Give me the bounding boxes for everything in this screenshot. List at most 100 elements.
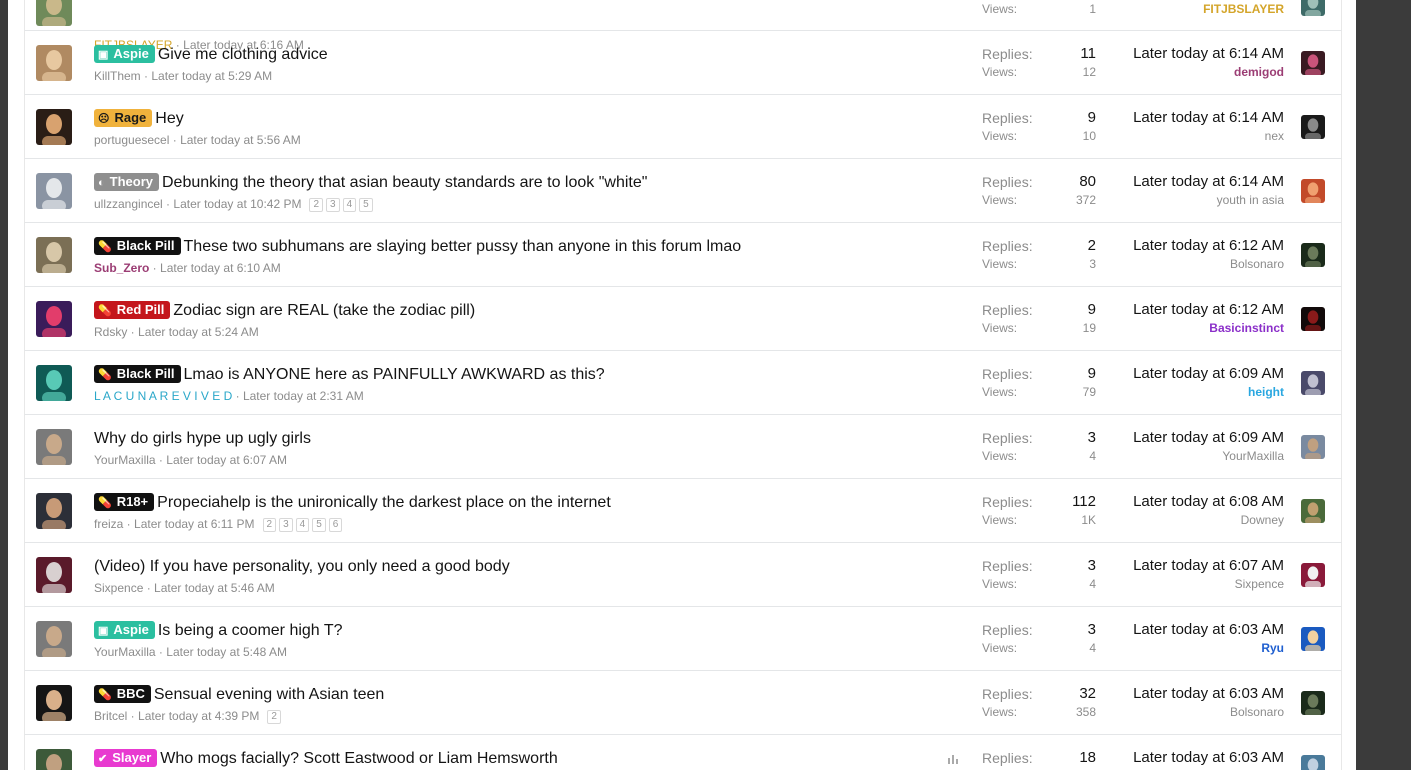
last-poster-avatar[interactable] [1301, 371, 1325, 395]
last-poster-avatar[interactable] [1301, 243, 1325, 267]
author-avatar[interactable] [36, 685, 72, 721]
page-link[interactable]: 3 [326, 198, 340, 212]
page-link[interactable]: 4 [342, 198, 357, 212]
thread-row[interactable]: 💊 Black Pill These two subhumans are slayi… [24, 223, 1342, 287]
thread-author[interactable]: Sixpence [94, 581, 143, 595]
last-poster-avatar[interactable] [1301, 51, 1325, 75]
page-link[interactable]: 2 [267, 710, 281, 724]
author-avatar[interactable] [36, 109, 72, 145]
author-avatar[interactable] [36, 621, 72, 657]
page-link[interactable]: 5 [312, 518, 326, 532]
thread-title-link[interactable]: Who mogs facially? Scott Eastwood or Lia… [160, 750, 557, 767]
thread-row[interactable]: ▣ Aspie Give me clothing advice KillThem · … [24, 31, 1342, 95]
last-post-user[interactable]: Bolsonaro [1133, 703, 1284, 721]
thread-row[interactable]: Why do girls hype up ugly girls YourMaxil… [24, 415, 1342, 479]
page-link[interactable]: 2 [309, 198, 324, 212]
last-poster-avatar[interactable] [1301, 179, 1325, 203]
last-post-date[interactable]: Later today at 6:09 AM [1133, 429, 1284, 447]
thread-start-date[interactable]: Later today at 4:39 PM [138, 709, 259, 723]
last-post-date[interactable]: Later today at 6:03 AM [1133, 685, 1284, 703]
thread-row[interactable]: 💊 Black Pill Lmao is ANYONE here as PAINFU… [24, 351, 1342, 415]
last-poster-avatar[interactable] [1301, 691, 1325, 715]
thread-row[interactable]: (Video) If you have personality, you onl… [24, 543, 1342, 607]
thread-prefix-badge[interactable]: 💊 R18+ [94, 493, 155, 511]
last-post-date[interactable]: Later today at 6:03 AM [1133, 621, 1284, 639]
thread-title-link[interactable]: Give me clothing advice [158, 46, 328, 63]
thread-start-date[interactable]: Later today at 5:24 AM [138, 325, 259, 339]
last-post-user[interactable]: FITJBSLAYER [1203, 0, 1284, 18]
last-post-user[interactable]: height [1133, 383, 1284, 401]
last-poster-avatar[interactable] [1301, 0, 1325, 16]
thread-row[interactable]: ☹ Rage Hey portuguesecel · Later today at 5… [24, 95, 1342, 159]
last-post-user[interactable]: demigod [1133, 63, 1284, 81]
thread-author[interactable]: YourMaxilla [94, 645, 156, 659]
thread-start-date[interactable]: Later today at 5:56 AM [180, 133, 301, 147]
thread-prefix-badge[interactable]: ▣ Aspie [94, 45, 155, 63]
thread-author[interactable]: portuguesecel [94, 133, 169, 147]
last-poster-avatar[interactable] [1301, 307, 1325, 331]
author-avatar[interactable] [36, 557, 72, 593]
thread-author[interactable]: ullzzangincel [94, 197, 163, 211]
thread-author[interactable]: freiza [94, 517, 123, 531]
thread-author[interactable]: YourMaxilla [94, 453, 156, 467]
thread-title-link[interactable]: Debunking the theory that asian beauty s… [162, 174, 647, 191]
thread-start-date[interactable]: Later today at 6:10 AM [160, 261, 281, 275]
author-avatar[interactable] [36, 429, 72, 465]
thread-row[interactable]: 💊 R18+ Propeciahelp is the unironically th… [24, 479, 1342, 543]
last-post-date[interactable]: Later today at 6:14 AM [1133, 45, 1284, 63]
thread-prefix-badge[interactable]: 💊 Black Pill [94, 365, 181, 383]
author-avatar[interactable] [36, 301, 72, 337]
thread-prefix-badge[interactable]: ▣ Aspie [94, 621, 155, 639]
thread-start-date[interactable]: Later today at 5:48 AM [166, 645, 287, 659]
thread-row[interactable]: 💊 BBC Sensual evening with Asian teen Britc… [24, 671, 1342, 735]
last-poster-avatar[interactable] [1301, 435, 1325, 459]
author-avatar[interactable] [36, 173, 72, 209]
page-link[interactable]: 4 [295, 518, 310, 532]
last-post-user[interactable]: youth in asia [1133, 191, 1284, 209]
author-avatar[interactable] [36, 365, 72, 401]
last-post-user[interactable]: Sixpence [1133, 575, 1284, 593]
last-poster-avatar[interactable] [1301, 499, 1325, 523]
last-post-date[interactable]: Later today at 6:09 AM [1133, 365, 1284, 383]
thread-start-date[interactable]: Later today at 5:29 AM [151, 69, 272, 83]
thread-author[interactable]: Britcel [94, 709, 127, 723]
thread-prefix-badge[interactable]: ◐ Theory [94, 173, 159, 191]
last-post-date[interactable]: Later today at 6:12 AM [1133, 301, 1284, 319]
last-poster-avatar[interactable] [1301, 627, 1325, 651]
thread-start-date[interactable]: Later today at 10:42 PM [173, 197, 301, 211]
last-post-user[interactable]: Basicinstinct [1133, 319, 1284, 337]
last-post-date[interactable]: Later today at 6:07 AM [1133, 557, 1284, 575]
last-poster-avatar[interactable] [1301, 115, 1325, 139]
page-link[interactable]: 2 [262, 518, 277, 532]
thread-row[interactable]: ✔ Slayer Who mogs facially? Scott Eastwood… [24, 735, 1342, 770]
author-avatar[interactable] [36, 0, 72, 26]
thread-start-date[interactable]: Later today at 6:11 PM [134, 517, 255, 531]
last-poster-avatar[interactable] [1301, 563, 1325, 587]
last-post-user[interactable]: YourMaxilla [1133, 447, 1284, 465]
last-post-date[interactable]: Later today at 6:14 AM [1133, 173, 1284, 191]
thread-prefix-badge[interactable]: 💊 BBC [94, 685, 151, 703]
thread-prefix-badge[interactable]: ✔ Slayer [94, 749, 158, 767]
last-post-date[interactable]: Later today at 6:03 AM [1133, 749, 1284, 767]
thread-start-date[interactable]: Later today at 6:07 AM [166, 453, 287, 467]
page-link[interactable]: 6 [328, 518, 343, 532]
thread-prefix-badge[interactable]: 💊 Black Pill [94, 237, 181, 255]
thread-author[interactable]: KillThem [94, 69, 141, 83]
author-avatar[interactable] [36, 45, 72, 81]
page-link[interactable]: 5 [359, 198, 373, 212]
thread-title-link[interactable]: (Video) If you have personality, you onl… [94, 558, 510, 575]
thread-author[interactable]: L A C U N A R E V I V E D [94, 389, 232, 403]
last-post-date[interactable]: Later today at 6:12 AM [1133, 237, 1284, 255]
thread-title-link[interactable]: Is being a coomer high T? [158, 622, 343, 639]
thread-row[interactable]: FITJBSLAYER · Later today at 6:16 AMView… [24, 0, 1342, 52]
thread-row[interactable]: ▣ Aspie Is being a coomer high T? YourMaxil… [24, 607, 1342, 671]
thread-title-link[interactable]: Zodiac sign are REAL (take the zodiac pi… [173, 302, 475, 319]
last-post-date[interactable]: Later today at 6:14 AM [1133, 109, 1284, 127]
thread-row[interactable]: ◐ Theory Debunking the theory that asian b… [24, 159, 1342, 223]
last-post-user[interactable]: Bolsonaro [1133, 255, 1284, 273]
author-avatar[interactable] [36, 237, 72, 273]
thread-title-link[interactable]: Why do girls hype up ugly girls [94, 430, 311, 447]
last-post-user[interactable]: nex [1133, 127, 1284, 145]
thread-start-date[interactable]: Later today at 5:46 AM [154, 581, 275, 595]
thread-title-link[interactable]: Lmao is ANYONE here as PAINFULLY AWKWARD… [184, 366, 605, 383]
